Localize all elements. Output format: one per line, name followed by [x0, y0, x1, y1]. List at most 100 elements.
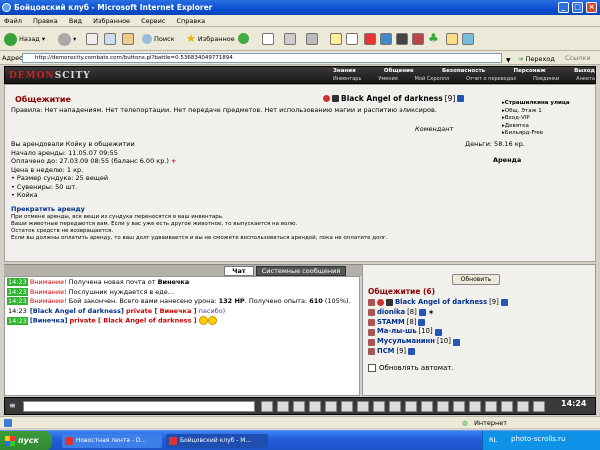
start-button[interactable]: пуск [0, 431, 52, 450]
media-icon[interactable] [238, 33, 249, 44]
info-icon[interactable] [457, 95, 465, 102]
favorites-button[interactable]: ★ Избранное [186, 32, 235, 46]
forward-button[interactable]: ▾ [58, 32, 76, 46]
nav-profile[interactable]: Анкета [576, 76, 595, 82]
tool-icon[interactable] [364, 33, 376, 45]
menu-file[interactable]: Файл [4, 17, 22, 25]
menu-favorites[interactable]: Избранное [93, 17, 130, 25]
scroll-icon[interactable]: ≡ [9, 401, 16, 410]
location-item[interactable]: ▸Вход-VIP [502, 115, 594, 123]
flag-icon[interactable] [517, 401, 529, 412]
search-button[interactable]: Поиск [142, 32, 175, 46]
info-icon[interactable] [418, 309, 426, 317]
private-icon[interactable] [368, 328, 375, 336]
sound-icon[interactable] [389, 401, 401, 412]
location-item[interactable]: ▸Девятка [502, 123, 594, 131]
menu-edit[interactable]: Правка [33, 17, 58, 25]
tab-chat[interactable]: Чат [224, 266, 254, 276]
list-item[interactable]: Ма-лы-шь [10] [368, 327, 508, 337]
location-item[interactable]: ▸Общ. Этаж 1 [502, 108, 594, 116]
private-icon[interactable] [368, 318, 375, 326]
address-input[interactable]: http://demonscity.combats.com/buttons.pl… [22, 53, 502, 63]
refresh-button[interactable]: Обновить [452, 274, 500, 285]
gear-icon[interactable] [533, 401, 545, 412]
back-button[interactable]: Назад ▾ [4, 32, 45, 46]
menu-tools[interactable]: Сервис [141, 17, 165, 25]
lock-icon[interactable] [325, 401, 337, 412]
shield-icon[interactable] [485, 401, 497, 412]
private-icon[interactable] [368, 309, 375, 317]
edit-icon[interactable] [293, 401, 305, 412]
info-icon[interactable] [434, 328, 442, 336]
info-icon[interactable] [418, 318, 426, 326]
trade-icon[interactable] [405, 401, 417, 412]
task-button[interactable]: Новостная лента - D... [62, 434, 162, 448]
list-item[interactable]: Black Angel of darkness [9] [368, 298, 508, 308]
task-button[interactable]: Бойцовский клуб - M... [166, 434, 268, 448]
blank-icon[interactable] [346, 33, 358, 45]
nav-skills[interactable]: Умения [378, 76, 397, 82]
location-item[interactable]: ▸Страшилкина улица [502, 100, 594, 108]
refresh-icon[interactable] [104, 33, 116, 45]
rent-item: • Размер сундука: 25 вещей [11, 174, 109, 182]
info-icon[interactable] [408, 348, 416, 356]
private-icon[interactable] [368, 299, 375, 307]
send-icon[interactable] [261, 401, 273, 412]
private-icon[interactable] [368, 338, 375, 346]
map-icon[interactable] [469, 401, 481, 412]
smile-icon[interactable] [373, 401, 385, 412]
list-item[interactable]: Мусульманинн [10] [368, 337, 508, 347]
auto-refresh-checkbox[interactable] [368, 364, 376, 372]
clover-icon[interactable]: ♣ [428, 31, 439, 45]
menu-help[interactable]: Справка [177, 17, 206, 25]
list-item[interactable]: STAMM [8] [368, 318, 508, 328]
nav-transfers[interactable]: Отчет о переводах [466, 76, 516, 82]
menu-view[interactable]: Вид [69, 17, 82, 25]
plus-icon[interactable]: + [171, 157, 176, 165]
key-icon[interactable] [421, 401, 433, 412]
note-icon[interactable] [330, 33, 342, 45]
edit-icon[interactable] [306, 33, 318, 45]
nav-communication[interactable]: Общение [384, 68, 414, 74]
cancel-rent-link[interactable]: Прекратить аренду [11, 205, 85, 213]
tab-system-messages[interactable]: Системные сообщения [256, 266, 346, 276]
private-icon[interactable] [368, 348, 375, 356]
clear-icon[interactable] [277, 401, 289, 412]
research-icon[interactable] [396, 33, 408, 45]
language-indicator[interactable]: RL [489, 436, 497, 444]
minimize-button[interactable]: _ [558, 2, 569, 13]
sword-icon[interactable] [501, 401, 513, 412]
window-icon[interactable] [462, 33, 474, 45]
list-item[interactable]: ПСМ [9] [368, 347, 508, 357]
nav-my-scroll[interactable]: Мой Скроллл [415, 76, 450, 82]
print-icon[interactable] [284, 33, 296, 45]
nav-inventory[interactable]: Инвентарь [333, 76, 361, 82]
nav-battles[interactable]: Поединки [533, 76, 559, 82]
list-item[interactable]: dionika [8] ✶ [368, 308, 508, 318]
mail-icon[interactable] [453, 401, 465, 412]
folder-icon[interactable] [446, 33, 458, 45]
info-icon[interactable] [500, 299, 508, 307]
info-icon[interactable] [452, 338, 460, 346]
stop-icon[interactable] [86, 33, 98, 45]
filter-icon[interactable] [309, 401, 321, 412]
chat-input[interactable] [23, 401, 255, 412]
nav-exit[interactable]: Выход [574, 68, 595, 74]
nav-security[interactable]: Безопасность [442, 68, 485, 74]
mail-icon[interactable] [262, 33, 274, 45]
book-icon[interactable] [437, 401, 449, 412]
maximize-button[interactable]: □ [572, 2, 583, 13]
page-icon [4, 419, 12, 427]
nav-knowledge[interactable]: Знания [333, 68, 356, 74]
auto-refresh[interactable]: Обновлять автомат. [368, 364, 454, 372]
messenger-icon[interactable] [380, 33, 392, 45]
go-button[interactable]: ➔ Переход [518, 52, 555, 66]
nav-character[interactable]: Персонаж [513, 68, 545, 74]
person-icon[interactable] [341, 401, 353, 412]
close-button[interactable]: × [586, 2, 597, 13]
extension-icon[interactable] [412, 33, 424, 45]
links-button[interactable]: Ссылки [565, 51, 591, 65]
home-icon[interactable] [122, 33, 134, 45]
location-item[interactable]: ▸Бильярд-Free [502, 130, 594, 138]
users-icon[interactable] [357, 401, 369, 412]
